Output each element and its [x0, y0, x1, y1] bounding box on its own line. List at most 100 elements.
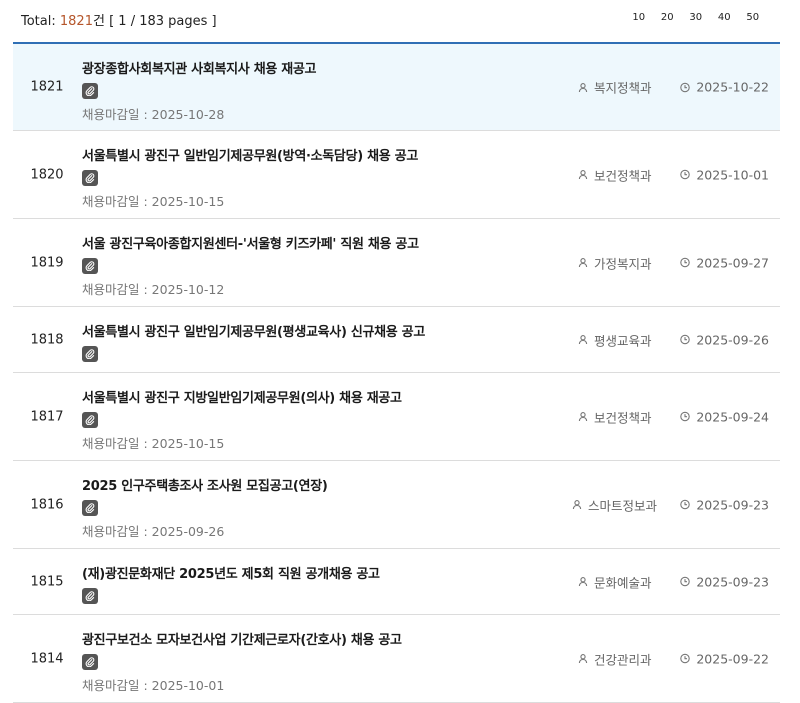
attachment-icon[interactable]: [82, 258, 98, 274]
table-row[interactable]: 1817 서울특별시 광진구 지방일반임기제공무원(의사) 채용 재공고 채용마…: [13, 373, 780, 461]
attachment-icon[interactable]: [82, 412, 98, 428]
deadline-text: 채용마감일 : 2025-10-15: [82, 194, 225, 209]
person-icon: [578, 258, 594, 268]
department: 건강관리과: [578, 649, 652, 668]
attachment-icon[interactable]: [82, 654, 98, 670]
post-date: 2025-10-22: [680, 80, 769, 95]
department-label: 보건정책과: [594, 410, 652, 425]
attachment-icon[interactable]: [82, 170, 98, 186]
post-body: 서울특별시 광진구 일반임기제공무원(방역·소독담당) 채용 공고 채용마감일 …: [82, 145, 418, 210]
post-body: 서울특별시 광진구 지방일반임기제공무원(의사) 채용 재공고 채용마감일 : …: [82, 387, 402, 452]
deadline-text: 채용마감일 : 2025-10-28: [82, 107, 225, 122]
table-row[interactable]: 1818 서울특별시 광진구 일반임기제공무원(평생교육사) 신규채용 공고 평…: [13, 307, 780, 373]
table-row[interactable]: 1816 2025 인구주택총조사 조사원 모집공고(연장) 채용마감일 : 2…: [13, 461, 780, 549]
department-label: 보건정책과: [594, 168, 652, 183]
person-icon: [578, 412, 594, 422]
department: 스마트정보과: [572, 495, 657, 514]
list-header: Total: 1821건 [ 1 / 183 pages ] 10 20 30 …: [0, 0, 800, 38]
post-number: 1814: [30, 651, 64, 666]
post-title-link[interactable]: 2025 인구주택총조사 조사원 모집공고(연장): [82, 475, 328, 494]
post-body: 2025 인구주택총조사 조사원 모집공고(연장) 채용마감일 : 2025-0…: [82, 475, 328, 540]
person-icon: [578, 654, 594, 664]
person-icon: [572, 500, 588, 510]
clock-icon: [680, 499, 696, 510]
person-icon: [578, 170, 594, 180]
post-title-link[interactable]: 서울 광진구육아종합지원센터-'서울형 키즈카페' 직원 채용 공고: [82, 233, 419, 252]
attachment-icon[interactable]: [82, 346, 98, 362]
post-title-link[interactable]: 광장종합사회복지관 사회복지사 채용 재공고: [82, 58, 317, 77]
department-label: 복지정책과: [594, 80, 652, 96]
total-count: 1821: [59, 14, 93, 29]
date-label: 2025-09-27: [696, 255, 769, 270]
date-label: 2025-09-26: [696, 332, 769, 347]
person-icon: [578, 335, 594, 345]
post-title-link[interactable]: 서울특별시 광진구 일반임기제공무원(평생교육사) 신규채용 공고: [82, 321, 425, 340]
date-label: 2025-09-22: [696, 651, 769, 666]
post-date: 2025-09-27: [680, 255, 769, 270]
post-title-link[interactable]: 서울특별시 광진구 지방일반임기제공무원(의사) 채용 재공고: [82, 387, 402, 406]
page-size-selector: 10 20 30 40 50: [625, 12, 768, 23]
clock-icon: [680, 82, 696, 92]
department-label: 문화예술과: [594, 575, 652, 590]
clock-icon: [680, 653, 696, 664]
attachment-icon[interactable]: [82, 588, 98, 604]
post-title-link[interactable]: 서울특별시 광진구 일반임기제공무원(방역·소독담당) 채용 공고: [82, 145, 418, 164]
page-size-option[interactable]: 10: [625, 12, 654, 23]
department: 문화예술과: [578, 572, 652, 591]
department: 보건정책과: [578, 165, 652, 184]
department-label: 건강관리과: [594, 652, 652, 667]
date-label: 2025-09-23: [696, 574, 769, 589]
page-size-option[interactable]: 50: [739, 12, 768, 23]
date-label: 2025-10-22: [696, 79, 769, 95]
post-number: 1816: [30, 497, 64, 512]
clock-icon: [680, 576, 696, 587]
post-body: 광장종합사회복지관 사회복지사 채용 재공고 채용마감일 : 2025-10-2…: [82, 58, 317, 123]
table-row[interactable]: 1820 서울특별시 광진구 일반임기제공무원(방역·소독담당) 채용 공고 채…: [13, 131, 780, 219]
clock-icon: [680, 169, 696, 180]
post-number: 1820: [30, 167, 64, 182]
post-date: 2025-09-23: [680, 574, 769, 589]
person-icon: [578, 82, 594, 92]
post-title-link[interactable]: 광진구보건소 모자보건사업 기간제근로자(간호사) 채용 공고: [82, 629, 402, 648]
post-body: (재)광진문화재단 2025년도 제5회 직원 공개채용 공고: [82, 563, 380, 604]
post-date: 2025-09-24: [680, 409, 769, 424]
post-date: 2025-09-22: [680, 651, 769, 666]
job-posting-list: 1821 광장종합사회복지관 사회복지사 채용 재공고 채용마감일 : 2025…: [13, 42, 780, 703]
attachment-icon[interactable]: [82, 500, 98, 516]
date-label: 2025-10-01: [696, 167, 769, 182]
clock-icon: [680, 334, 696, 345]
post-date: 2025-09-23: [680, 497, 769, 512]
table-row[interactable]: 1815 (재)광진문화재단 2025년도 제5회 직원 공개채용 공고 문화예…: [13, 549, 780, 615]
department: 평생교육과: [578, 330, 652, 349]
total-label: Total:: [21, 14, 56, 29]
post-date: 2025-09-26: [680, 332, 769, 347]
department-label: 가정복지과: [594, 256, 652, 271]
department: 복지정책과: [578, 78, 652, 97]
post-body: 서울특별시 광진구 일반임기제공무원(평생교육사) 신규채용 공고: [82, 321, 425, 362]
date-label: 2025-09-24: [696, 409, 769, 424]
deadline-text: 채용마감일 : 2025-10-12: [82, 282, 225, 297]
page-size-option[interactable]: 30: [682, 12, 711, 23]
post-number: 1818: [30, 332, 64, 347]
page-size-option[interactable]: 20: [653, 12, 682, 23]
total-unit: 건: [92, 14, 105, 29]
department-label: 평생교육과: [594, 333, 652, 348]
table-row[interactable]: 1814 광진구보건소 모자보건사업 기간제근로자(간호사) 채용 공고 채용마…: [13, 615, 780, 703]
post-number: 1815: [30, 574, 64, 589]
department-label: 스마트정보과: [588, 498, 658, 513]
deadline-text: 채용마감일 : 2025-10-15: [82, 436, 225, 451]
clock-icon: [680, 257, 696, 268]
total-summary: Total: 1821건 [ 1 / 183 pages ]: [21, 10, 217, 29]
page-size-option[interactable]: 40: [710, 12, 739, 23]
attachment-icon[interactable]: [82, 83, 98, 99]
post-number: 1817: [30, 409, 64, 424]
table-row[interactable]: 1821 광장종합사회복지관 사회복지사 채용 재공고 채용마감일 : 2025…: [13, 44, 780, 131]
page-indicator: [ 1 / 183 pages ]: [109, 14, 217, 29]
post-number: 1819: [30, 255, 64, 270]
person-icon: [578, 577, 594, 587]
post-body: 서울 광진구육아종합지원센터-'서울형 키즈카페' 직원 채용 공고 채용마감일…: [82, 233, 419, 298]
deadline-text: 채용마감일 : 2025-09-26: [82, 524, 225, 539]
table-row[interactable]: 1819 서울 광진구육아종합지원센터-'서울형 키즈카페' 직원 채용 공고 …: [13, 219, 780, 307]
post-title-link[interactable]: (재)광진문화재단 2025년도 제5회 직원 공개채용 공고: [82, 563, 380, 582]
post-number: 1821: [30, 79, 64, 95]
